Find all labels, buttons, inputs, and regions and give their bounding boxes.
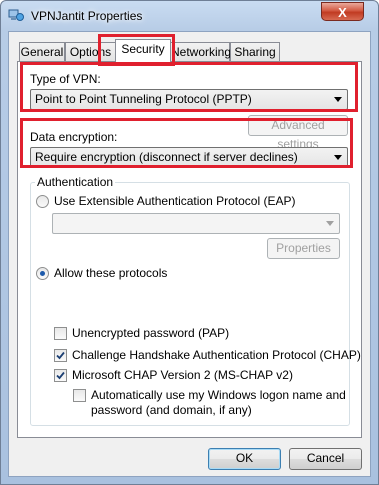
data-encryption-value: Require encryption (disconnect if server… (35, 150, 298, 164)
advanced-settings-button[interactable]: Advanced settings (248, 115, 348, 151)
security-tab-panel: Type of VPN: Point to Point Tunneling Pr… (17, 61, 362, 438)
chevron-down-icon (326, 221, 334, 226)
auto-logon-label-line2[interactable]: password (and domain, if any) (91, 403, 252, 417)
eap-label[interactable]: Use Extensible Authentication Protocol (… (54, 194, 295, 208)
auto-logon-label-line1[interactable]: Automatically use my Windows logon name … (91, 388, 346, 402)
dialog-client-area: General Options Security Networking Shar… (8, 31, 371, 477)
tab-security[interactable]: Security (115, 39, 171, 63)
tab-options[interactable]: Options (65, 42, 116, 61)
auto-logon-checkbox[interactable] (73, 389, 86, 402)
allow-protocols-radio[interactable] (36, 267, 49, 280)
authentication-group-title: Authentication (35, 175, 116, 189)
data-encryption-dropdown[interactable]: Require encryption (disconnect if server… (30, 147, 348, 168)
properties-window: VPNJantit Properties X General Options S… (0, 0, 379, 485)
close-button[interactable]: X (321, 2, 364, 21)
window-title: VPNJantit Properties (31, 9, 143, 23)
vpn-type-label: Type of VPN: (30, 72, 101, 86)
tab-general[interactable]: General (19, 42, 65, 61)
ok-button[interactable]: OK (208, 448, 281, 470)
selected-dot (40, 271, 45, 276)
vpn-type-dropdown[interactable]: Point to Point Tunneling Protocol (PPTP) (30, 89, 348, 110)
tab-networking[interactable]: Networking (170, 42, 231, 61)
tab-sharing[interactable]: Sharing (230, 42, 280, 61)
checkmark-icon (56, 371, 65, 380)
pap-label[interactable]: Unencrypted password (PAP) (72, 326, 229, 340)
chevron-down-icon (334, 97, 342, 102)
close-icon: X (338, 5, 347, 20)
chap-label[interactable]: Challenge Handshake Authentication Proto… (72, 348, 361, 362)
mschapv2-checkbox[interactable] (54, 369, 67, 382)
eap-properties-button[interactable]: Properties (267, 238, 340, 259)
cancel-button[interactable]: Cancel (289, 448, 362, 470)
mschapv2-label[interactable]: Microsoft CHAP Version 2 (MS-CHAP v2) (72, 368, 293, 382)
title-bar[interactable]: VPNJantit Properties X (1, 1, 378, 31)
allow-protocols-label[interactable]: Allow these protocols (54, 266, 167, 280)
chevron-down-icon (334, 155, 342, 160)
chap-checkbox[interactable] (54, 349, 67, 362)
eap-method-dropdown[interactable] (52, 213, 340, 234)
data-encryption-label: Data encryption: (30, 130, 118, 144)
network-connection-icon (8, 8, 24, 22)
checkmark-icon (56, 351, 65, 360)
vpn-type-value: Point to Point Tunneling Protocol (PPTP) (35, 92, 252, 106)
eap-radio[interactable] (36, 195, 49, 208)
pap-checkbox[interactable] (54, 327, 67, 340)
